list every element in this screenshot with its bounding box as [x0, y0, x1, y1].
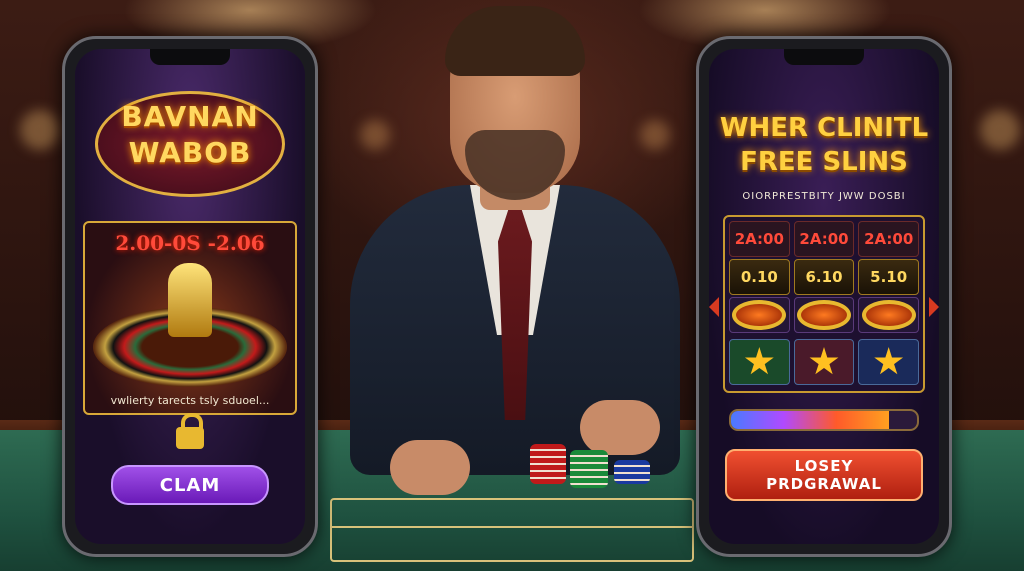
slot-cell[interactable]: [793, 297, 855, 333]
slot-cell[interactable]: [729, 339, 790, 385]
left-phone-screen: BAVNAN WABOB 2.00-0S -2.06 vwlierty tare…: [75, 49, 305, 544]
promo-title-line-1: WHER CLINITL: [719, 113, 929, 143]
logo-line-1: BAVNAN: [121, 100, 259, 133]
chip-stack-blue: [614, 460, 650, 484]
claim-button[interactable]: CLAM: [111, 465, 269, 505]
star-icon: [744, 347, 774, 375]
roulette-panel: 2.00-0S -2.06 vwlierty tarects tsly sduo…: [83, 221, 297, 415]
coin-ring-icon: [861, 300, 916, 330]
value-cell[interactable]: 0.10: [729, 259, 790, 295]
dealer-hair: [445, 6, 585, 76]
dealer-right-hand: [580, 400, 660, 455]
value-cell[interactable]: 5.10: [858, 259, 920, 295]
star-icon: [809, 347, 839, 375]
lock-icon: [176, 413, 204, 449]
slot-cell[interactable]: [729, 297, 790, 333]
chip-stack-red: [530, 444, 566, 484]
ring-row: [729, 297, 920, 333]
timer-cell: 2A:00: [729, 221, 790, 257]
promo-title-line-2: FREE SLINS: [740, 147, 908, 177]
right-phone-screen: WHER CLINITL FREE SLINS OIORPRESTBITY JW…: [709, 49, 939, 544]
timer-cell: 2A:00: [858, 221, 920, 257]
game-logo: BAVNAN WABOB: [85, 99, 295, 171]
right-phone: WHER CLINITL FREE SLINS OIORPRESTBITY JW…: [696, 36, 952, 557]
timer-row: 2A:00 2A:00 2A:00: [729, 221, 920, 257]
left-phone: BAVNAN WABOB 2.00-0S -2.06 vwlierty tare…: [62, 36, 318, 557]
withdrawal-label-line-2: PRDGRAWAL: [766, 475, 882, 493]
slot-grid: 2A:00 2A:00 2A:00 0.10 6.10 5.10: [723, 215, 925, 393]
slot-cell[interactable]: [793, 339, 855, 385]
dealer: [330, 0, 700, 571]
chip-stack-green: [570, 450, 608, 488]
timer-cell: 2A:00: [793, 221, 855, 257]
slot-cell[interactable]: [858, 339, 920, 385]
panel-tagline: vwlierty tarects tsly sduoel...: [110, 394, 270, 407]
withdrawal-label-line-1: LOSEY: [794, 457, 854, 475]
coin-ring-icon: [732, 300, 787, 330]
light-bokeh: [980, 110, 1020, 150]
dealer-left-hand: [390, 440, 470, 495]
withdrawal-button[interactable]: LOSEY PRDGRAWAL: [725, 449, 923, 501]
value-row: 0.10 6.10 5.10: [729, 259, 920, 295]
odds-readout: 2.00-0S -2.06: [115, 231, 265, 255]
progress-bar: [729, 409, 919, 431]
trophy-icon: [168, 263, 212, 337]
chevron-right-icon[interactable]: [929, 297, 939, 317]
promo-subtitle: OIORPRESTBITY JWW DOSBI: [742, 191, 906, 202]
progress-fill: [731, 411, 890, 429]
phone-notch: [150, 49, 230, 65]
slot-cell[interactable]: [858, 297, 920, 333]
phone-notch: [784, 49, 864, 65]
logo-line-2: WABOB: [128, 136, 252, 169]
coin-ring-icon: [797, 300, 851, 330]
promo-title: WHER CLINITL FREE SLINS: [715, 111, 933, 179]
value-cell[interactable]: 6.10: [793, 259, 855, 295]
star-row: [729, 339, 920, 385]
star-icon: [874, 347, 904, 375]
chevron-left-icon[interactable]: [709, 297, 719, 317]
light-bokeh: [20, 110, 60, 150]
